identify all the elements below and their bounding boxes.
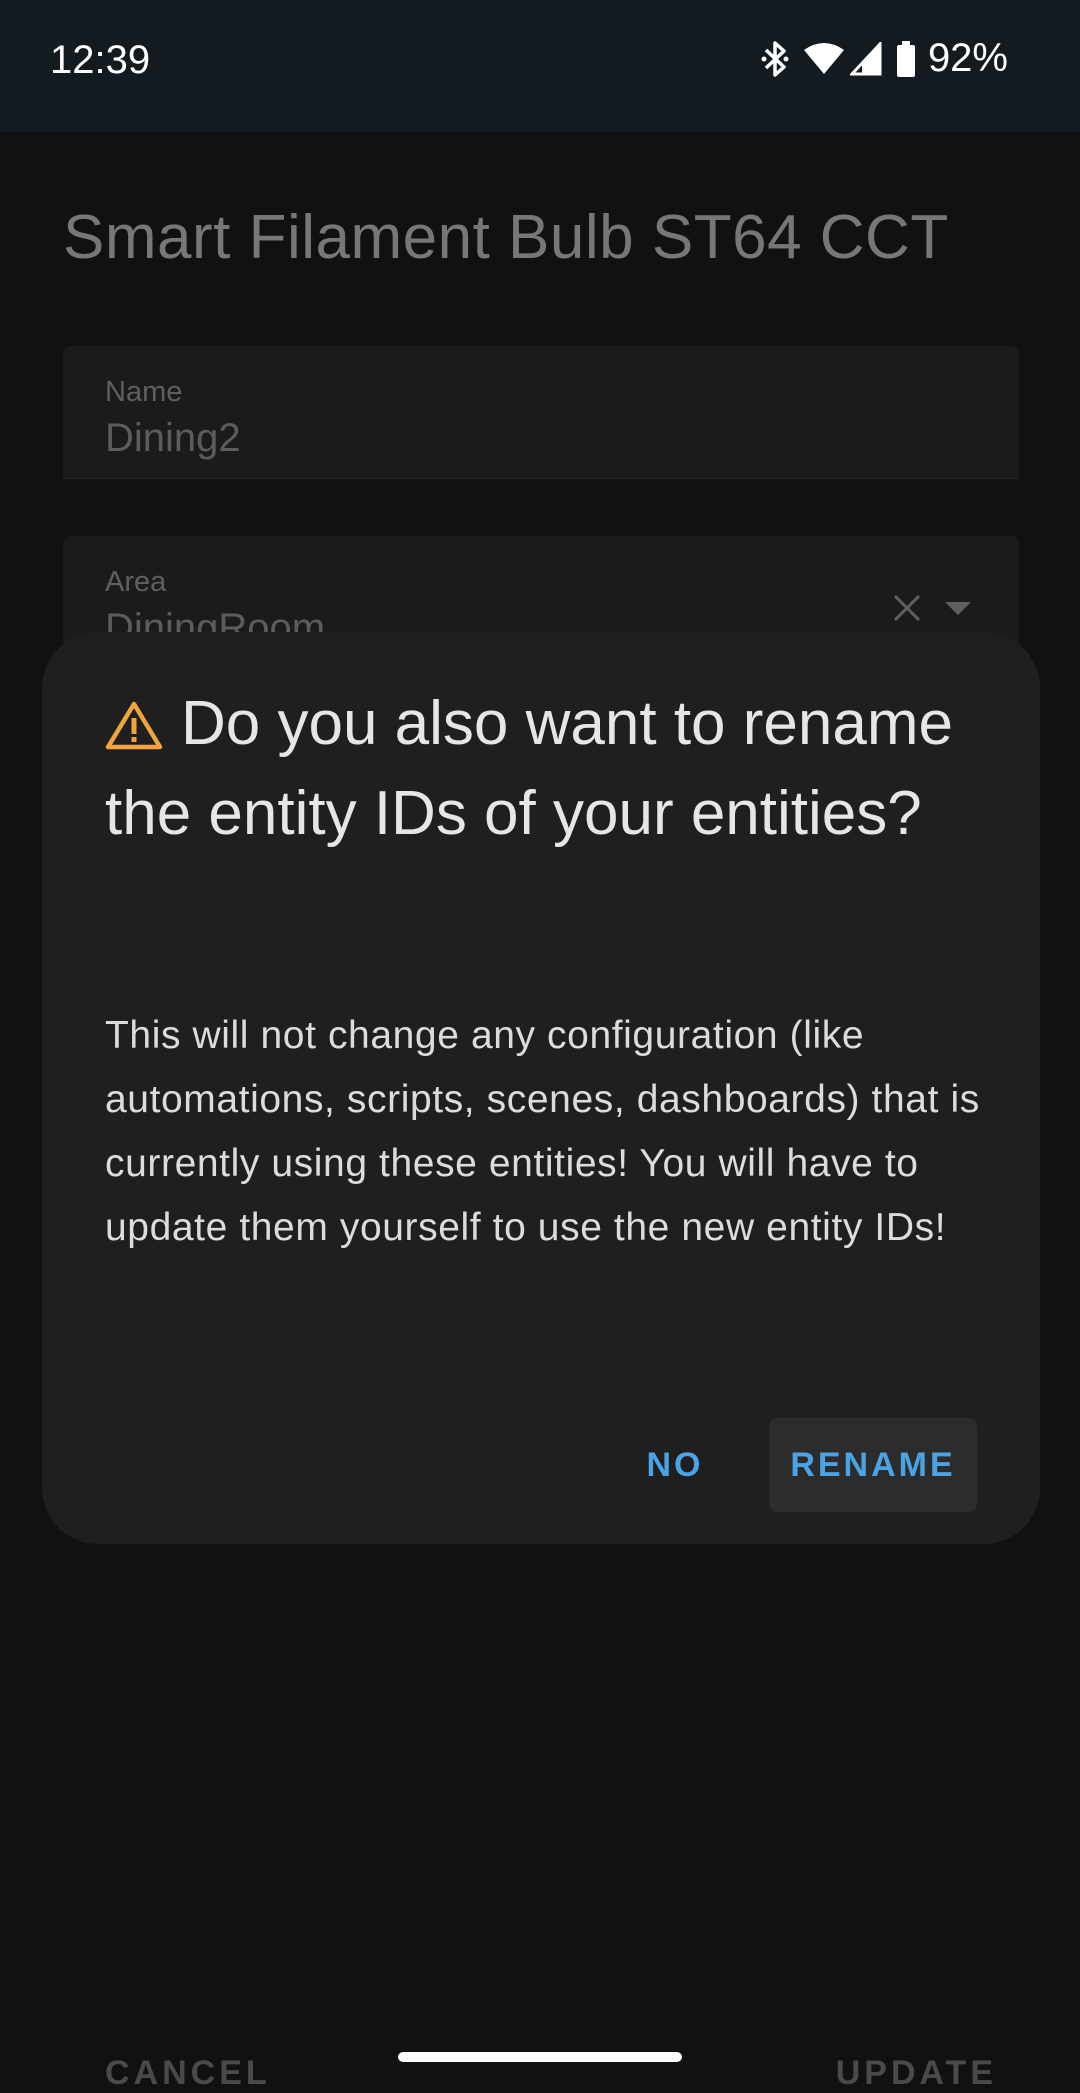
status-bar: 12:39 92% (0, 0, 1080, 132)
name-field-label: Name (105, 376, 183, 408)
status-time: 12:39 (50, 38, 151, 82)
battery-icon (896, 40, 916, 77)
signal-icon (849, 41, 882, 76)
home-indicator[interactable] (398, 2052, 682, 2062)
update-button[interactable]: UPDATE (836, 2054, 997, 2093)
name-field[interactable]: Name Dining2 (63, 346, 1019, 479)
no-button[interactable]: NO (620, 1418, 730, 1512)
battery-percentage: 92% (927, 36, 1008, 80)
dialog-message: This will not change any configuration (… (105, 1014, 980, 1249)
clear-icon[interactable] (891, 592, 923, 629)
warning-icon (105, 688, 163, 772)
dropdown-arrow-icon[interactable] (945, 602, 971, 615)
wifi-icon (803, 42, 844, 76)
rename-button[interactable]: RENAME (769, 1418, 977, 1512)
dialog-title-container: Do you also want to rename the entity ID… (105, 682, 985, 856)
rename-entity-ids-dialog: Do you also want to rename the entity ID… (42, 632, 1040, 1544)
status-icons: 92% (760, 36, 1008, 81)
area-field-label: Area (105, 566, 167, 598)
cancel-button[interactable]: CANCEL (105, 2054, 271, 2093)
bluetooth-icon (760, 39, 790, 79)
page-title: Smart Filament Bulb ST64 CCT (63, 203, 949, 272)
dialog-title: Do you also want to rename the entity ID… (105, 689, 953, 848)
name-field-value[interactable]: Dining2 (105, 416, 241, 461)
